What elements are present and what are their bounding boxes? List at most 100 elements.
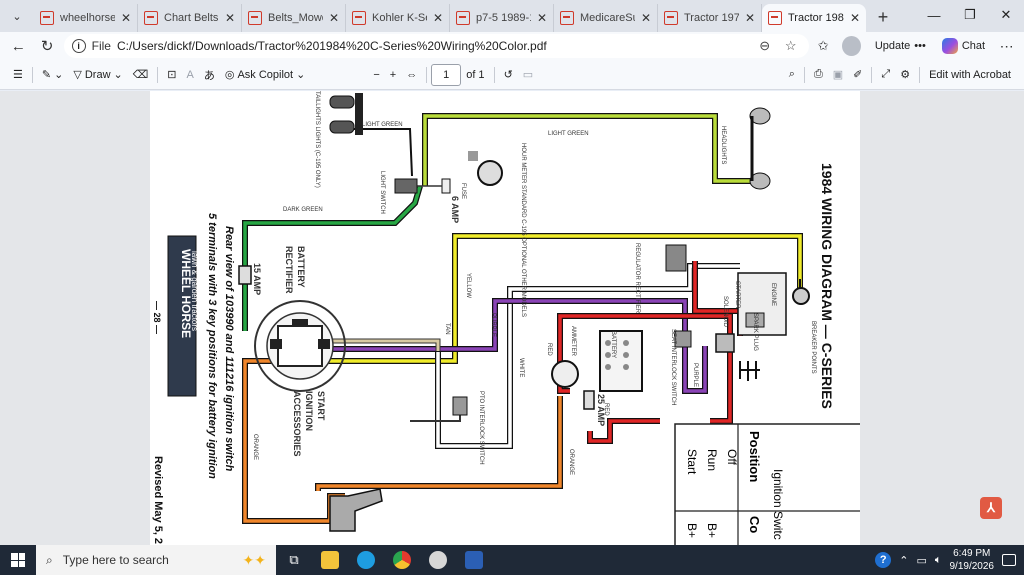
text-box-icon[interactable]: ⊡ (162, 64, 181, 86)
wire-label-red-2: RED (603, 403, 609, 416)
copilot-chat-button[interactable]: Chat (936, 35, 991, 57)
label-solenoid: SOLENOID (722, 296, 728, 328)
tab-close-icon[interactable]: ✕ (433, 11, 443, 25)
label-starter: STARTER (734, 281, 740, 309)
back-arrow-icon[interactable]: ← (6, 34, 31, 58)
clock[interactable]: 6:49 PM 9/19/2026 (950, 547, 995, 573)
label-ammeter: AMMETER (570, 326, 576, 357)
url-scheme: File (91, 39, 111, 53)
new-tab-button[interactable]: + (870, 4, 896, 30)
zoom-icon[interactable]: ⊖ (755, 38, 775, 54)
word-icon[interactable] (456, 545, 492, 575)
tab-close-icon[interactable]: ✕ (121, 11, 131, 25)
favorites-icon[interactable]: ✩ (813, 38, 834, 54)
chrome-icon[interactable] (384, 545, 420, 575)
ask-copilot-label: Ask Copilot (237, 68, 294, 81)
edge-icon[interactable] (348, 545, 384, 575)
info-icon[interactable]: i (71, 39, 86, 53)
translate-icon[interactable]: あ (199, 64, 220, 86)
windows-start-button[interactable] (0, 545, 36, 575)
save-as-icon[interactable]: ✐ (848, 64, 867, 86)
ground-symbol (739, 361, 760, 381)
tab-title: Tractor 1975 C (684, 12, 739, 24)
tab-close-icon[interactable]: ✕ (537, 11, 547, 25)
label-spark-plug: SPARK PLUG (752, 313, 758, 351)
settings-more-icon[interactable]: ⋯ (995, 38, 1018, 55)
paint-icon[interactable] (420, 545, 456, 575)
ask-copilot-button[interactable]: ◎ Ask Copilot ⌄ (220, 64, 310, 86)
browser-tab[interactable]: p7-5 1989-199 ✕ (450, 4, 554, 32)
edit-with-acrobat-button[interactable]: Edit with Acrobat (924, 64, 1016, 86)
tab-actions-chevron-icon[interactable]: ⌄ (4, 3, 30, 29)
help-icon[interactable]: ? (875, 552, 892, 568)
eraser-icon[interactable]: ⌫ (128, 64, 154, 86)
close-window-icon[interactable]: ✕ (988, 0, 1024, 30)
page-number-input[interactable]: 1 (431, 63, 462, 86)
ammeter (551, 360, 579, 388)
read-aloud-icon[interactable]: A (182, 64, 199, 86)
draw-icon: ▽ (73, 69, 82, 81)
browser-tab[interactable]: Kohler K-Servic ✕ (346, 4, 450, 32)
browser-tab[interactable]: Tractor 1975 C ✕ (658, 4, 762, 32)
notifications-icon[interactable] (1002, 554, 1016, 566)
url-field[interactable]: i File C:/Users/dickf/Downloads/Tractor%… (63, 34, 809, 58)
taskbar-search[interactable]: ⌕ Type here to search ✦✦ (36, 545, 276, 575)
tray-chevron-icon[interactable]: ⌃ (899, 554, 908, 567)
page-total: of 1 (466, 68, 485, 81)
rotate-icon[interactable]: ↺ (499, 64, 518, 86)
draw-button[interactable]: ▽ Draw ⌄ (68, 64, 127, 86)
url-text[interactable]: C:/Users/dickf/Downloads/Tractor%201984%… (117, 39, 749, 53)
fuse-6-label: 6 AMP (450, 196, 460, 223)
update-button[interactable]: Update ••• (869, 35, 932, 57)
browser-tab[interactable]: MedicareSumm ✕ (554, 4, 658, 32)
pdf-file-icon (560, 11, 574, 25)
wire-dark-green (242, 185, 423, 269)
browser-tab[interactable]: Tractor 1984 C ✕ (762, 4, 866, 32)
tab-title: Chart Belts Tra (164, 12, 219, 24)
pdf-toolbar: ☰ ✎ ⌄ ▽ Draw ⌄ ⌫ ⊡ A あ ◎ Ask Copilot ⌄ −… (0, 60, 1024, 90)
volume-icon[interactable]: 🔈︎ (935, 554, 942, 567)
task-view-icon[interactable]: ⧉ (276, 545, 312, 575)
print-icon[interactable]: ⎙ (809, 64, 828, 86)
fit-page-icon[interactable]: ⇔ (401, 64, 422, 86)
browser-tab[interactable]: Chart Belts Tra ✕ (138, 4, 242, 32)
fuse-25-amp (583, 390, 595, 410)
acrobat-icon[interactable]: ⅄ (980, 497, 1002, 519)
tab-close-icon[interactable]: ✕ (850, 11, 860, 25)
tab-close-icon[interactable]: ✕ (745, 11, 755, 25)
zoom-out-icon[interactable]: − (368, 64, 384, 86)
taskbar: ⌕ Type here to search ✦✦ ⧉ ? ⌃ ▭ 🔈︎ 6:49… (0, 545, 1024, 575)
minimize-icon[interactable]: — (916, 0, 952, 30)
tab-title: Belts_Mower_s (268, 12, 323, 24)
table-row-2-cont: B+ (685, 523, 699, 538)
browser-tab[interactable]: Belts_Mower_s ✕ (242, 4, 346, 32)
restore-icon[interactable]: ❐ (952, 0, 988, 30)
gear-icon[interactable]: ⚙ (895, 64, 915, 86)
label-fuse: FUSE (460, 183, 466, 199)
revised-date: Revised May 5, 2 (152, 456, 164, 544)
refresh-icon[interactable]: ↻ (35, 34, 60, 58)
contents-icon[interactable]: ☰ (8, 64, 28, 86)
favorite-star-icon[interactable]: ☆ (781, 38, 801, 54)
pdf-file-icon (248, 11, 262, 25)
network-icon[interactable]: ▭ (916, 554, 926, 567)
pdf-viewer[interactable]: 1984 WIRING DIAGRAM — C-SERIES Rear view… (0, 91, 1024, 545)
tab-close-icon[interactable]: ✕ (329, 11, 339, 25)
terminal-battery: BATTERY (296, 246, 306, 288)
pdf-file-icon (144, 11, 158, 25)
taskbar-search-placeholder: Type here to search (62, 553, 169, 567)
highlight-icon[interactable]: ✎ ⌄ (37, 64, 69, 86)
tab-close-icon[interactable]: ✕ (641, 11, 651, 25)
headlights (749, 107, 771, 190)
pdf-file-icon (40, 11, 54, 25)
zoom-in-icon[interactable]: + (385, 64, 401, 86)
pdf-file-icon (768, 11, 782, 25)
file-explorer-icon[interactable] (312, 545, 348, 575)
page-view-icon[interactable]: ▭ (518, 64, 538, 86)
browser-tab[interactable]: wheelhorseally ✕ (34, 4, 138, 32)
tab-close-icon[interactable]: ✕ (225, 11, 235, 25)
save-icon[interactable]: ▣ (828, 64, 848, 86)
find-icon[interactable]: ⌕ (784, 64, 800, 86)
profile-avatar[interactable] (841, 36, 861, 56)
fullscreen-icon[interactable]: ⤢ (876, 64, 895, 86)
